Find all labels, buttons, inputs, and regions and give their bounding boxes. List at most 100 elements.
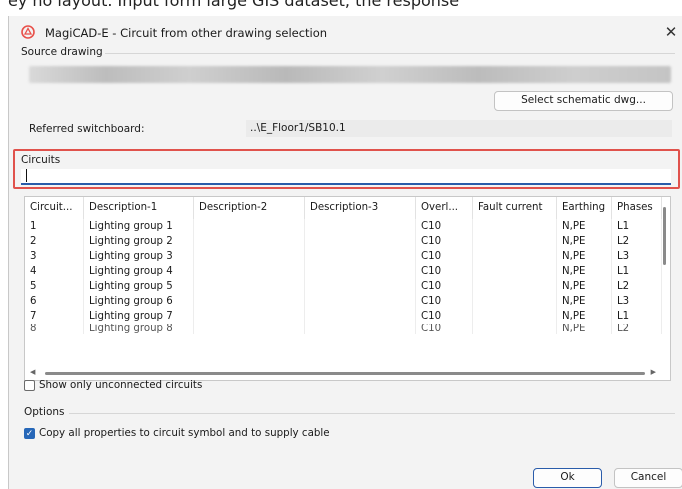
cell-overload: C10 xyxy=(415,219,473,234)
cell-description-3 xyxy=(304,279,416,294)
cell-description-1: Lighting group 7 xyxy=(83,309,194,324)
cell-description-3 xyxy=(304,324,416,334)
cell-fault-current xyxy=(472,324,557,334)
circuits-label: Circuits xyxy=(21,154,61,166)
cell-description-2 xyxy=(193,264,305,279)
close-icon[interactable]: ✕ xyxy=(661,22,681,42)
cell-description-1: Lighting group 8 xyxy=(83,324,194,334)
cell-description-2 xyxy=(193,324,305,334)
cell-description-3 xyxy=(304,219,416,234)
table-header-row: Circuit... Description-1 Description-2 D… xyxy=(25,197,662,219)
cell-circuit: 7 xyxy=(25,309,84,324)
cell-phases: L3 xyxy=(611,294,662,309)
source-drawing-path-redacted xyxy=(29,66,671,83)
cell-phases: L2 xyxy=(611,324,662,334)
horizontal-scrollbar[interactable] xyxy=(45,372,645,375)
ok-button[interactable]: Ok xyxy=(533,468,602,488)
column-header-description-3[interactable]: Description-3 xyxy=(304,197,416,219)
cell-description-2 xyxy=(193,219,305,234)
background-window-text: ey no layout. Input form large GIS datas… xyxy=(0,0,682,16)
table-row[interactable]: 3 Lighting group 3 C10 N,PE L3 xyxy=(25,249,662,264)
cell-description-2 xyxy=(193,249,305,264)
cell-overload: C10 xyxy=(415,249,473,264)
referred-switchboard-label: Referred switchboard: xyxy=(29,123,145,135)
circuits-input-group: Circuits xyxy=(13,149,680,189)
title-bar[interactable]: MagiCAD-E - Circuit from other drawing s… xyxy=(9,16,682,48)
cell-description-3 xyxy=(304,264,416,279)
cell-description-1: Lighting group 6 xyxy=(83,294,194,309)
cell-overload: C10 xyxy=(415,234,473,249)
cell-circuit: 1 xyxy=(25,219,84,234)
cell-circuit: 5 xyxy=(25,279,84,294)
options-label: Options xyxy=(24,406,65,418)
table-row[interactable]: 7 Lighting group 7 C10 N,PE L1 xyxy=(25,309,662,324)
cell-fault-current xyxy=(472,279,557,294)
cell-overload: C10 xyxy=(415,324,473,334)
cell-phases: L2 xyxy=(611,279,662,294)
source-group-divider xyxy=(105,53,675,54)
column-header-phases[interactable]: Phases xyxy=(611,197,662,219)
table-row[interactable]: 6 Lighting group 6 C10 N,PE L3 xyxy=(25,294,662,309)
column-header-description-2[interactable]: Description-2 xyxy=(193,197,305,219)
vertical-scrollbar[interactable] xyxy=(663,207,666,265)
cell-earthing: N,PE xyxy=(556,219,612,234)
cell-description-1: Lighting group 3 xyxy=(83,249,194,264)
options-group-divider xyxy=(69,413,675,414)
cell-description-2 xyxy=(193,294,305,309)
cell-circuit: 3 xyxy=(25,249,84,264)
magicad-app-icon xyxy=(21,25,35,39)
column-header-fault-current[interactable]: Fault current xyxy=(472,197,557,219)
cell-overload: C10 xyxy=(415,294,473,309)
cell-circuit: 6 xyxy=(25,294,84,309)
copy-properties-checkbox[interactable]: ✓ xyxy=(24,428,35,439)
cell-description-3 xyxy=(304,294,416,309)
table-row[interactable]: 1 Lighting group 1 C10 N,PE L1 xyxy=(25,219,662,234)
cell-description-2 xyxy=(193,279,305,294)
source-drawing-label: Source drawing xyxy=(21,46,103,58)
select-schematic-button[interactable]: Select schematic dwg... xyxy=(494,91,673,111)
text-cursor xyxy=(26,169,27,182)
cell-description-3 xyxy=(304,234,416,249)
background-text: ey no layout. Input form large GIS datas… xyxy=(8,0,460,10)
cell-earthing: N,PE xyxy=(556,264,612,279)
cell-description-3 xyxy=(304,249,416,264)
column-header-overload[interactable]: Overl... xyxy=(415,197,473,219)
column-header-circuit[interactable]: Circuit... xyxy=(25,197,84,219)
column-header-earthing[interactable]: Earthing xyxy=(556,197,612,219)
cell-circuit: 4 xyxy=(25,264,84,279)
window-title: MagiCAD-E - Circuit from other drawing s… xyxy=(45,26,328,40)
cell-fault-current xyxy=(472,264,557,279)
table-row[interactable]: 8 Lighting group 8 C10 N,PE L2 xyxy=(25,324,662,334)
cell-circuit: 8 xyxy=(25,324,84,334)
cell-earthing: N,PE xyxy=(556,249,612,264)
cell-circuit: 2 xyxy=(25,234,84,249)
cell-overload: C10 xyxy=(415,264,473,279)
cell-earthing: N,PE xyxy=(556,309,612,324)
cell-description-1: Lighting group 4 xyxy=(83,264,194,279)
cell-description-1: Lighting group 5 xyxy=(83,279,194,294)
table-row[interactable]: 4 Lighting group 4 C10 N,PE L1 xyxy=(25,264,662,279)
referred-switchboard-value: ..\E_Floor1/SB10.1 xyxy=(246,120,672,137)
cell-description-2 xyxy=(193,309,305,324)
cell-description-1: Lighting group 1 xyxy=(83,219,194,234)
cell-overload: C10 xyxy=(415,309,473,324)
circuit-selection-dialog: MagiCAD-E - Circuit from other drawing s… xyxy=(8,16,682,489)
cell-description-2 xyxy=(193,234,305,249)
cancel-button[interactable]: Cancel xyxy=(614,468,682,488)
table-row[interactable]: 5 Lighting group 5 C10 N,PE L2 xyxy=(25,279,662,294)
cell-earthing: N,PE xyxy=(556,234,612,249)
show-unconnected-checkbox[interactable] xyxy=(24,380,35,391)
cell-fault-current xyxy=(472,309,557,324)
cell-description-1: Lighting group 2 xyxy=(83,234,194,249)
cell-earthing: N,PE xyxy=(556,324,612,334)
scroll-right-arrow-icon[interactable]: ▶ xyxy=(651,368,656,376)
table-row[interactable]: 2 Lighting group 2 C10 N,PE L2 xyxy=(25,234,662,249)
circuits-input[interactable] xyxy=(21,169,671,185)
show-unconnected-label: Show only unconnected circuits xyxy=(39,379,203,391)
circuits-table[interactable]: Circuit... Description-1 Description-2 D… xyxy=(24,196,671,381)
scroll-left-arrow-icon[interactable]: ◀ xyxy=(30,368,35,376)
cell-phases: L1 xyxy=(611,264,662,279)
checkmark-icon: ✓ xyxy=(25,429,34,439)
cell-phases: L1 xyxy=(611,309,662,324)
column-header-description-1[interactable]: Description-1 xyxy=(83,197,194,219)
